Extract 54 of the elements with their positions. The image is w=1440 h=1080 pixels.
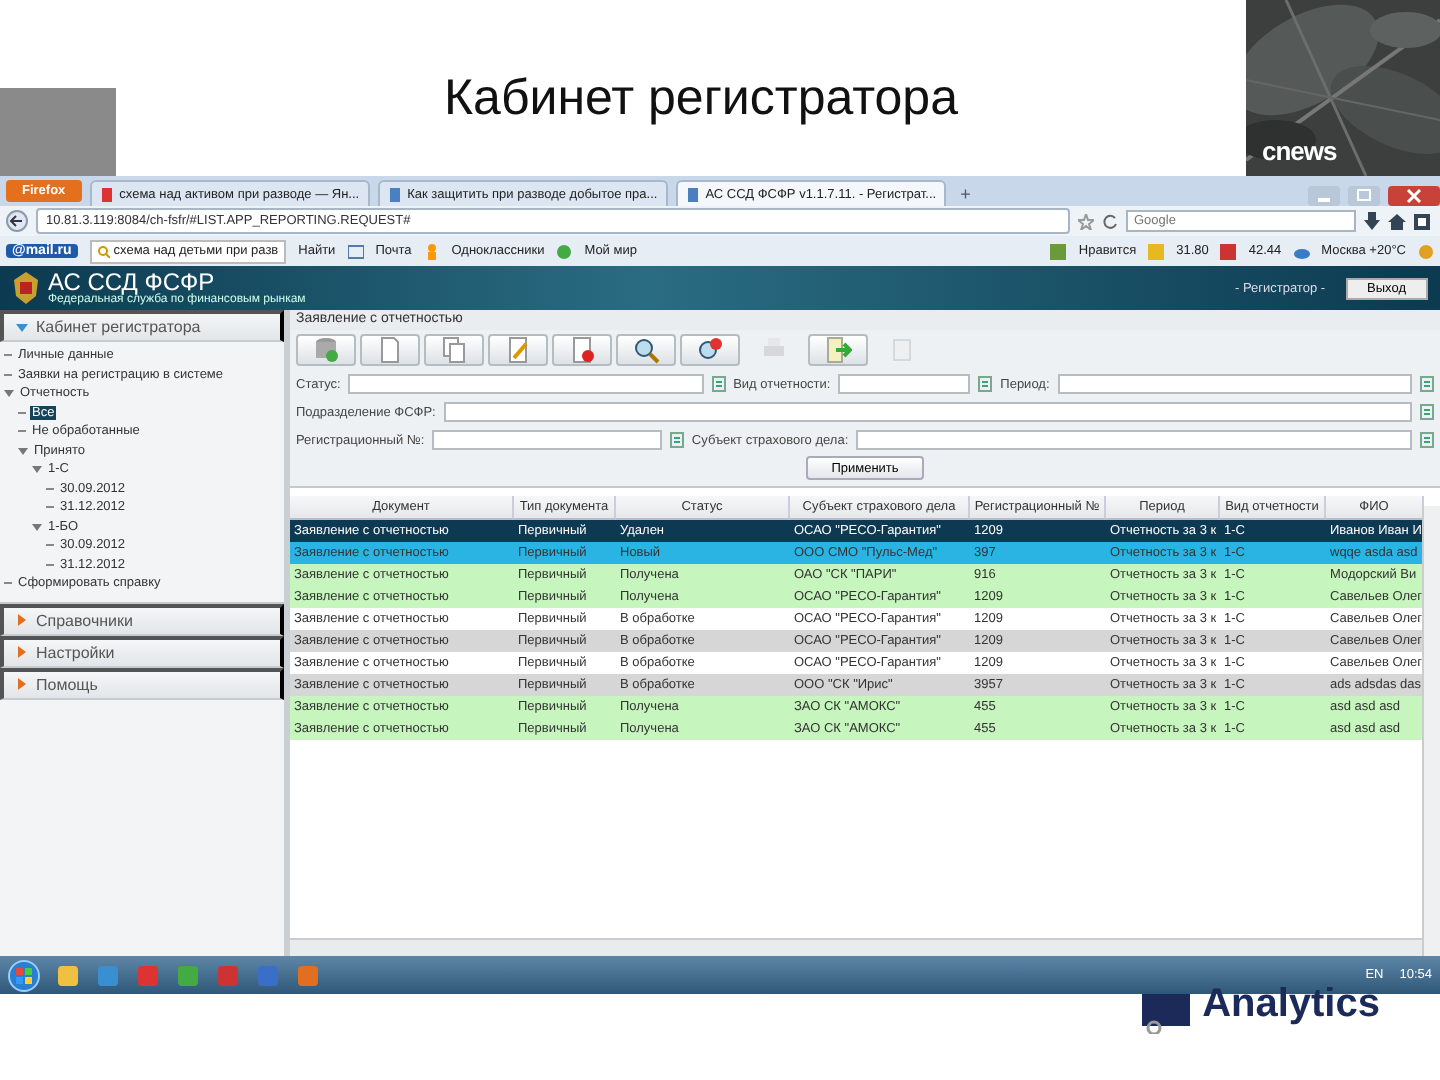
input-field[interactable] — [856, 430, 1412, 450]
expanded-icon[interactable] — [18, 445, 28, 456]
section-header[interactable]: Помощь — [0, 667, 284, 699]
slide-decoration — [0, 88, 116, 176]
page-icon — [685, 187, 700, 201]
edit-icon — [504, 336, 532, 364]
star-icon[interactable] — [1078, 213, 1094, 229]
delete-icon — [568, 336, 596, 364]
footer-logo: Analytics — [1202, 982, 1380, 1028]
input-field[interactable] — [838, 374, 971, 394]
download-icon[interactable] — [1364, 212, 1380, 230]
minimize-icon[interactable] — [1308, 186, 1340, 206]
start-button[interactable] — [8, 959, 40, 991]
back-icon[interactable] — [6, 210, 28, 232]
menu-icon[interactable] — [1414, 213, 1434, 229]
section-header[interactable]: Кабинет регистратора — [0, 310, 284, 342]
picker-icon[interactable] — [711, 376, 726, 392]
emblem-icon — [12, 272, 40, 304]
toolbar-button[interactable] — [680, 334, 740, 366]
copy-icon — [440, 336, 468, 364]
expanded-icon[interactable] — [32, 521, 42, 532]
picker-icon[interactable] — [1419, 376, 1434, 392]
expanded-icon[interactable] — [4, 388, 14, 399]
input-field[interactable] — [348, 374, 704, 394]
search-icon — [97, 245, 110, 257]
database-icon — [312, 336, 340, 364]
toolbar-button[interactable] — [552, 334, 612, 366]
page-icon — [99, 187, 114, 201]
home-icon[interactable] — [1388, 213, 1406, 229]
new-tab-button[interactable]: + — [954, 182, 977, 206]
input-field[interactable] — [443, 402, 1412, 422]
document-icon — [376, 336, 404, 364]
section-header[interactable]: Справочники — [0, 603, 284, 635]
search-icon — [632, 336, 660, 364]
section-header[interactable]: Настройки — [0, 635, 284, 667]
page-icon — [387, 187, 402, 201]
input-field[interactable] — [1057, 374, 1412, 394]
toolbar-button[interactable] — [616, 334, 676, 366]
vertical-scrollbar[interactable] — [1422, 506, 1440, 956]
logo: cnews — [1262, 136, 1337, 166]
picker-icon[interactable] — [1420, 432, 1434, 448]
app-title: АС ССД ФСФР — [48, 270, 215, 294]
checklist-icon — [888, 336, 916, 364]
reload-icon[interactable] — [1102, 213, 1118, 229]
search-clear-icon — [696, 336, 724, 364]
input-field[interactable] — [432, 430, 662, 450]
slide-title: Кабинет регистратора — [441, 69, 960, 127]
expanded-icon[interactable] — [32, 464, 42, 475]
picker-icon[interactable] — [1420, 404, 1434, 420]
close-icon[interactable] — [1388, 186, 1440, 206]
picker-icon[interactable] — [978, 376, 993, 392]
horizontal-scrollbar[interactable] — [290, 938, 1424, 956]
picker-icon[interactable] — [669, 432, 684, 448]
export-icon — [824, 336, 852, 364]
